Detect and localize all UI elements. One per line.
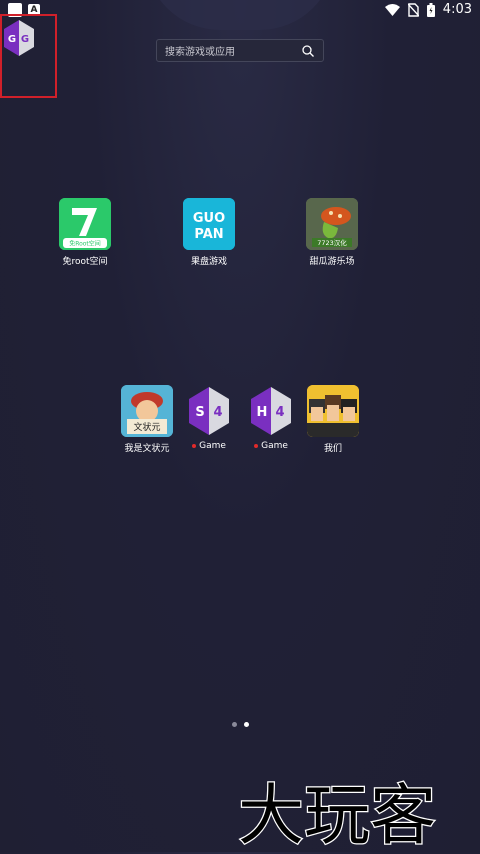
wenzhuangyuan-icon: 文状元 xyxy=(121,385,173,437)
gg-h4-icon: H 4 xyxy=(245,385,297,437)
app-label: 我们 xyxy=(323,444,342,454)
new-badge-dot xyxy=(192,444,197,448)
new-badge-dot xyxy=(254,444,259,448)
svg-text:GUO: GUO xyxy=(193,211,225,226)
app-label: 我是文状元 xyxy=(124,444,170,454)
app-label-row: Game xyxy=(174,441,244,451)
svg-text:文状元: 文状元 xyxy=(133,421,160,433)
wifi-icon xyxy=(384,3,400,16)
app-label: Game xyxy=(199,441,226,451)
gg-s4-icon: S 4 xyxy=(183,385,235,437)
guopan-icon: GUO PAN xyxy=(183,198,235,250)
mianroot-icon: 免Root空间 xyxy=(59,198,111,250)
search-input[interactable]: 搜索游戏或应用 xyxy=(165,43,299,58)
women-icon xyxy=(307,385,359,437)
app-label: 免root空间 xyxy=(62,257,108,267)
svg-text:H: H xyxy=(257,405,268,420)
page-dot-active[interactable] xyxy=(243,722,249,727)
floating-gg-icon[interactable]: G G xyxy=(3,20,35,60)
app-wenzhuangyuan[interactable]: 文状元 我是文状元 xyxy=(112,385,182,454)
app-tiangua[interactable]: 7723汉化 甜瓜游乐场 xyxy=(297,198,367,267)
watermark-text: 大玩客 xyxy=(238,777,436,850)
page-indicator xyxy=(0,722,480,727)
tiangua-icon: 7723汉化 xyxy=(306,198,358,250)
battery-icon xyxy=(426,2,435,17)
svg-text:PAN: PAN xyxy=(194,227,223,242)
svg-text:G: G xyxy=(8,34,16,45)
svg-text:4: 4 xyxy=(213,405,222,420)
svg-text:G: G xyxy=(21,34,29,45)
watermark-logo: 大玩客 xyxy=(237,770,478,854)
svg-text:免Root空间: 免Root空间 xyxy=(69,240,101,248)
app-gg-s4[interactable]: S 4 Game xyxy=(174,385,244,451)
status-bar: A 4:03 xyxy=(0,0,480,22)
svg-text:7723汉化: 7723汉化 xyxy=(317,238,347,247)
clock: 4:03 xyxy=(442,2,472,17)
app-label: 果盘游戏 xyxy=(190,257,227,267)
svg-text:S: S xyxy=(195,405,204,420)
app-mianroot[interactable]: 免Root空间 免root空间 xyxy=(50,198,120,267)
page-dot[interactable] xyxy=(231,722,237,727)
search-bar[interactable]: 搜索游戏或应用 xyxy=(156,39,324,62)
svg-text:4: 4 xyxy=(275,405,284,420)
app-women[interactable]: 我们 xyxy=(298,385,368,454)
app-label: Game xyxy=(261,441,288,451)
app-gg-h4[interactable]: H 4 Game xyxy=(236,385,306,451)
search-icon[interactable] xyxy=(299,42,317,60)
app-label: 甜瓜游乐场 xyxy=(309,257,355,267)
app-label-row: Game xyxy=(236,441,306,451)
app-guopan[interactable]: GUO PAN 果盘游戏 xyxy=(174,198,244,267)
no-sim-icon xyxy=(407,2,419,17)
